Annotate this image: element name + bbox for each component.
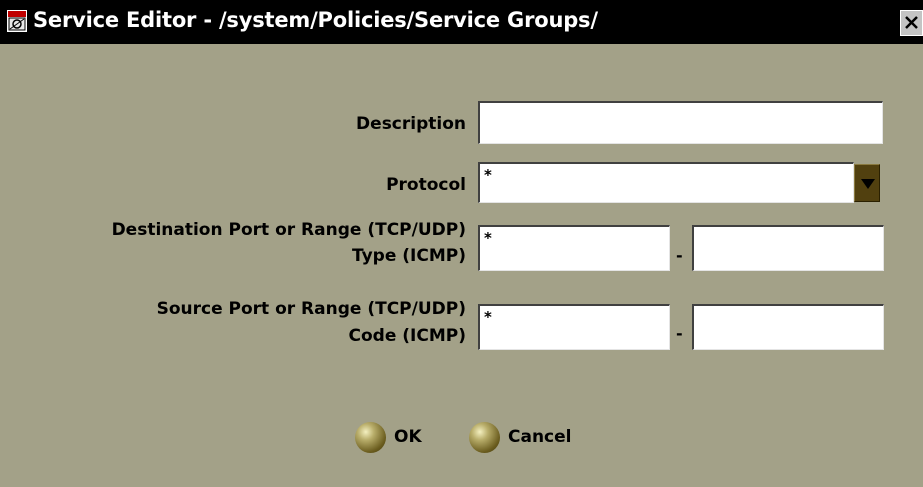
chevron-down-icon [861, 179, 875, 189]
app-icon[interactable] [7, 10, 27, 32]
destination-range-separator: - [676, 246, 683, 265]
ok-button-label: OK [394, 427, 422, 447]
source-range-separator: - [676, 324, 683, 343]
cancel-button-knob-icon [469, 422, 500, 453]
protocol-label: Protocol [386, 175, 466, 195]
close-button[interactable] [900, 10, 923, 36]
protocol-dropdown-button[interactable] [854, 164, 880, 202]
destination-port-from-field[interactable]: * [478, 225, 670, 271]
cancel-button[interactable]: Cancel [469, 422, 599, 454]
window-title: Service Editor - /system/Policies/Servic… [33, 8, 598, 32]
source-port-from-field[interactable]: * [478, 304, 670, 350]
source-port-label: Source Port or Range (TCP/UDP) [156, 299, 466, 319]
cancel-button-label: Cancel [508, 427, 572, 447]
source-port-to-field[interactable] [692, 304, 884, 350]
destination-type-label: Type (ICMP) [352, 246, 466, 266]
close-icon [905, 16, 918, 29]
ok-button-knob-icon [355, 422, 386, 453]
title-bar[interactable]: Service Editor - /system/Policies/Servic… [0, 0, 923, 44]
description-label: Description [356, 114, 466, 134]
description-field[interactable] [478, 101, 883, 144]
protocol-select[interactable]: * [478, 162, 854, 203]
destination-port-to-field[interactable] [692, 225, 884, 271]
ok-button[interactable]: OK [355, 422, 435, 454]
source-code-label: Code (ICMP) [348, 326, 467, 346]
destination-port-label: Destination Port or Range (TCP/UDP) [111, 220, 466, 240]
